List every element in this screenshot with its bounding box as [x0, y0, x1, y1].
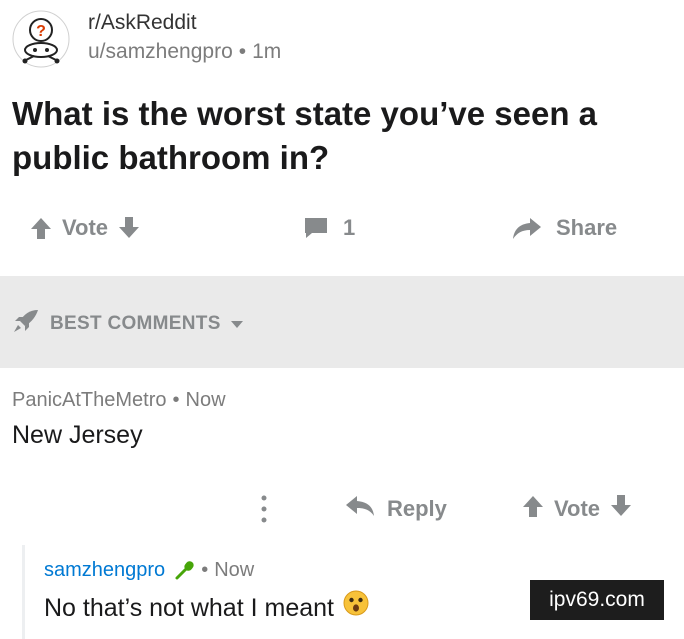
- post-meta: r/AskReddit u/samzhengpro • 1m: [88, 10, 281, 66]
- more-options-icon[interactable]: [258, 493, 270, 530]
- thread-line[interactable]: [22, 545, 25, 639]
- watermark: ipv69.com: [530, 580, 664, 620]
- microphone-icon: [173, 559, 195, 581]
- comment-upvote-icon[interactable]: [522, 494, 544, 524]
- reply-content: samzhengpro • Now No that’s not what I me…: [44, 555, 370, 627]
- subreddit-name[interactable]: r/AskReddit: [88, 10, 281, 36]
- post-author[interactable]: u/samzhengpro: [88, 40, 233, 63]
- comment-action-bar: Reply Vote: [0, 487, 684, 531]
- post-author-line: u/samzhengpro • 1m: [88, 38, 281, 66]
- comment-downvote-icon[interactable]: [610, 494, 632, 524]
- post-comment-count: 1: [343, 215, 356, 240]
- post-share-button[interactable]: Share: [512, 205, 617, 251]
- meta-separator: •: [238, 40, 247, 63]
- comment-age: Now: [185, 389, 226, 411]
- reply-body-row: No that’s not what I meant: [44, 589, 370, 627]
- post-action-bar: Vote 1 Share: [0, 205, 684, 251]
- caret-down-icon: [230, 313, 243, 335]
- reply-age: Now: [214, 559, 255, 581]
- meta-separator: •: [201, 559, 209, 581]
- comment-vote-group: Vote: [522, 487, 632, 531]
- share-arrow-icon: [512, 216, 542, 240]
- post-comments-button[interactable]: 1: [303, 205, 355, 251]
- post-header: ? r/AskReddit u/samzhengpro • 1m: [12, 10, 672, 70]
- comment-bubble-icon: [303, 216, 329, 240]
- comment: PanicAtTheMetro • Now New Jersey: [12, 385, 672, 453]
- post-age: 1m: [252, 40, 282, 63]
- reply-label: Reply: [387, 496, 447, 521]
- meta-separator: •: [172, 389, 180, 411]
- comment-body: New Jersey: [12, 421, 143, 449]
- comment-sort-dropdown[interactable]: BEST COMMENTS: [12, 308, 243, 340]
- subreddit-avatar[interactable]: ?: [12, 10, 70, 68]
- share-label: Share: [556, 215, 618, 240]
- reply-author[interactable]: samzhengpro: [44, 555, 165, 585]
- reply-body: No that’s not what I meant: [44, 594, 334, 622]
- rocket-icon: [12, 308, 40, 340]
- comment-author[interactable]: PanicAtTheMetro: [12, 389, 167, 411]
- reply-button[interactable]: Reply: [345, 487, 447, 531]
- sort-label: BEST COMMENTS: [50, 313, 221, 334]
- comment-meta: PanicAtTheMetro • Now: [12, 385, 672, 415]
- reply-meta: samzhengpro • Now: [44, 555, 370, 585]
- post-vote-label: Vote: [62, 215, 109, 240]
- astonished-face-emoji-icon: [342, 589, 370, 627]
- comment-vote-label: Vote: [554, 496, 601, 521]
- reply-arrow-icon: [345, 495, 375, 523]
- askreddit-snoo-icon: ?: [12, 10, 70, 68]
- comment-sort-band: BEST COMMENTS: [0, 276, 684, 368]
- upvote-arrow-icon[interactable]: [30, 216, 52, 240]
- post-title[interactable]: What is the worst state you’ve seen a pu…: [12, 92, 672, 180]
- svg-text:?: ?: [36, 23, 46, 40]
- post-vote-group: Vote: [30, 205, 140, 251]
- downvote-arrow-icon[interactable]: [118, 216, 140, 240]
